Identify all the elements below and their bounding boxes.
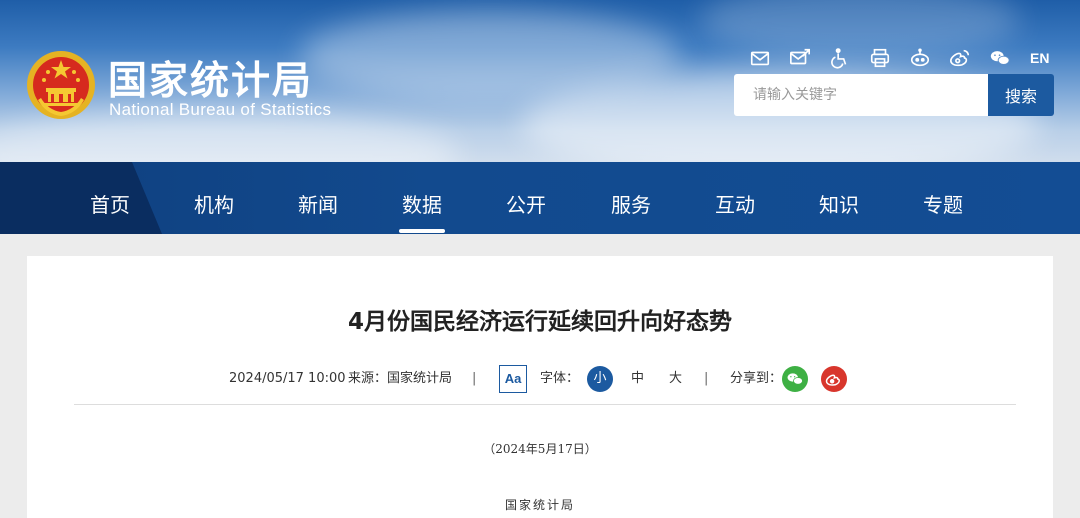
nav-item-knowledge[interactable]: 知识 xyxy=(819,162,859,234)
nav-active-indicator xyxy=(399,229,445,233)
nav-item-public[interactable]: 公开 xyxy=(506,162,546,234)
nav-item-home[interactable]: 首页 xyxy=(90,162,130,234)
nav-item-data[interactable]: 数据 xyxy=(402,162,442,234)
site-logo-cn[interactable]: 国家统计局 xyxy=(108,50,313,106)
article-date-line: （2024年5月17日） xyxy=(483,442,597,456)
share-label: 分享到： xyxy=(730,371,783,386)
article-meta: 2024/05/17 10:00 来源：国家统计局 | Aa 字体： 小 中 大… xyxy=(27,364,1053,394)
search-bar: 搜索 xyxy=(734,74,1054,116)
meta-divider xyxy=(74,404,1016,405)
nav-item-news[interactable]: 新闻 xyxy=(298,162,338,234)
article-source: 来源：国家统计局 xyxy=(348,371,453,386)
font-size-large-button[interactable]: 大 xyxy=(669,364,682,394)
article-datetime: 2024/05/17 10:00 xyxy=(229,371,346,386)
nav-item-organization[interactable]: 机构 xyxy=(194,162,234,234)
wechat-icon[interactable] xyxy=(988,46,1012,70)
search-input[interactable] xyxy=(734,74,988,116)
meta-separator: | xyxy=(704,371,709,386)
font-size-label: 字体： xyxy=(540,371,580,386)
main-nav: 首页 机构 新闻 数据 公开 服务 互动 知识 专题 xyxy=(0,162,1080,234)
search-button[interactable]: 搜索 xyxy=(988,74,1054,116)
nav-item-topics[interactable]: 专题 xyxy=(923,162,963,234)
nav-item-interaction[interactable]: 互动 xyxy=(715,162,755,234)
nav-home-highlight xyxy=(0,162,162,234)
article-title: 4月份国民经济运行延续回升向好态势 xyxy=(347,309,732,335)
meta-separator: | xyxy=(472,371,477,386)
site-header: 国家统计局 National Bureau of Statistics EN 搜… xyxy=(0,0,1080,168)
robot-icon[interactable] xyxy=(908,46,932,70)
weibo-share-icon[interactable] xyxy=(821,366,847,392)
national-emblem-icon xyxy=(27,51,95,119)
printer-icon[interactable] xyxy=(868,46,892,70)
language-switch-en[interactable]: EN xyxy=(1030,50,1049,66)
font-size-small-button[interactable]: 小 xyxy=(587,366,613,392)
mail-edit-icon[interactable] xyxy=(788,46,812,70)
article-org-line: 国家统计局 xyxy=(504,498,575,512)
font-size-medium-button[interactable]: 中 xyxy=(631,364,644,394)
header-toolbar: EN xyxy=(748,46,1049,70)
nav-item-services[interactable]: 服务 xyxy=(611,162,651,234)
article-card: 4月份国民经济运行延续回升向好态势 2024/05/17 10:00 来源：国家… xyxy=(27,256,1053,518)
wechat-share-icon[interactable] xyxy=(782,366,808,392)
site-logo-en[interactable]: National Bureau of Statistics xyxy=(109,100,331,120)
accessibility-icon[interactable] xyxy=(828,46,852,70)
mail-icon[interactable] xyxy=(748,46,772,70)
font-aa-icon[interactable]: Aa xyxy=(499,365,527,393)
weibo-icon[interactable] xyxy=(948,46,972,70)
